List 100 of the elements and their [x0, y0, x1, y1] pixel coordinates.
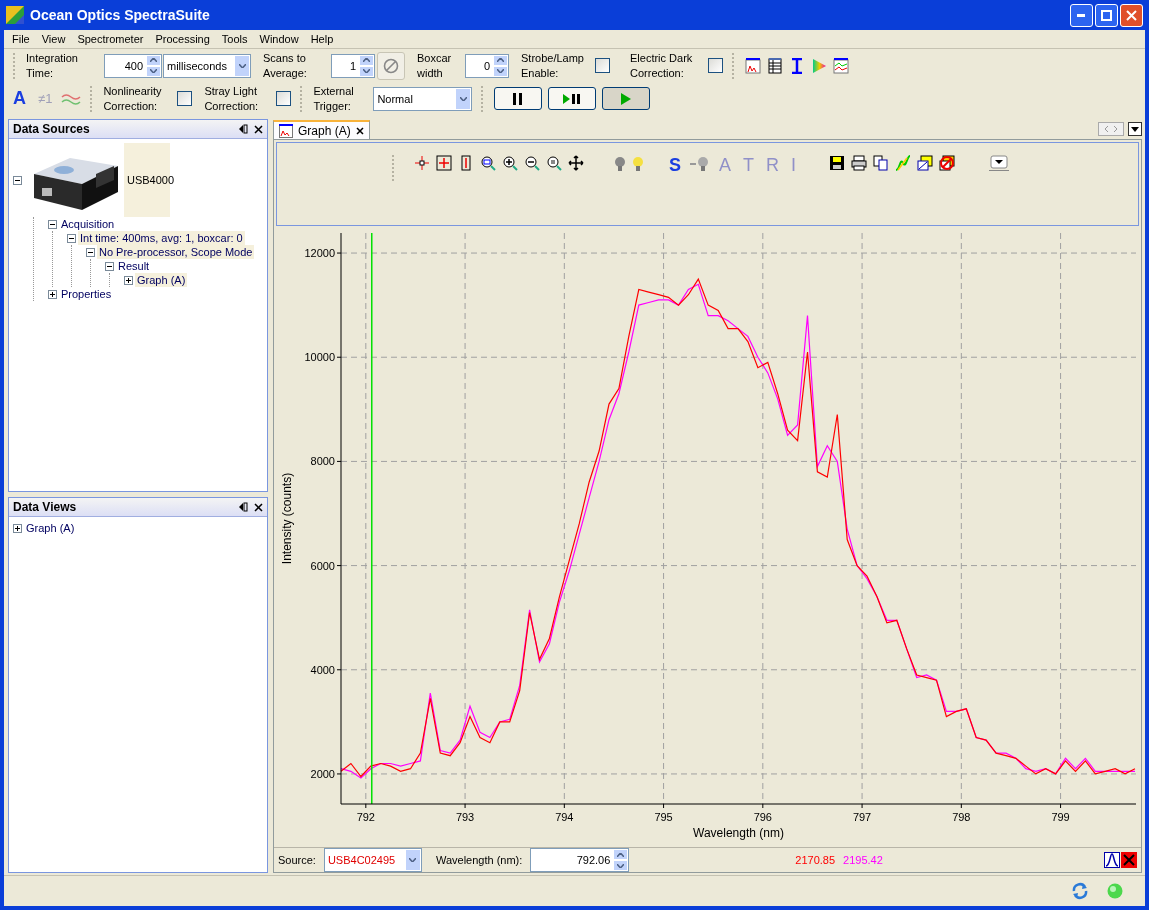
graph-icon[interactable]: [279, 123, 293, 138]
close-icon[interactable]: [254, 502, 263, 512]
dropdown[interactable]: Normal: [373, 86, 473, 111]
number-field[interactable]: 0: [465, 53, 509, 78]
app-logo-icon[interactable]: [6, 6, 24, 24]
menu-item[interactable]: Help: [304, 33, 340, 45]
toolbar-button[interactable]: S: [666, 155, 684, 176]
tree-item[interactable]: Int time: 400ms, avg: 1, boxcar: 0: [78, 231, 245, 245]
play-pause-icon[interactable]: [563, 92, 582, 105]
zoom-box-icon[interactable]: [480, 155, 496, 171]
play-button[interactable]: [602, 87, 651, 110]
expand-icon[interactable]: [13, 523, 22, 533]
pause-icon[interactable]: [512, 91, 525, 106]
collapse-icon[interactable]: [48, 219, 57, 229]
bulb-icon[interactable]: [632, 155, 644, 173]
checkbox[interactable]: [177, 91, 193, 106]
window-title: Ocean Optics SpectraSuite: [30, 7, 210, 23]
collapse-icon[interactable]: [67, 233, 76, 243]
zoom-fit-icon[interactable]: [436, 155, 452, 171]
color-triangle-icon[interactable]: [811, 57, 827, 74]
pin-icon[interactable]: [238, 124, 248, 134]
dropdown-icon[interactable]: [989, 155, 1010, 171]
dropdown[interactable]: USB4C02495: [323, 848, 422, 872]
tab-label[interactable]: Graph (A): [298, 123, 351, 138]
spin-down-icon[interactable]: [617, 863, 625, 868]
overlay-graph-icon[interactable]: [833, 57, 849, 74]
menu-item[interactable]: Processing: [149, 33, 216, 45]
axis-tick-label: 2000: [310, 767, 335, 780]
refresh-icon[interactable]: [1071, 882, 1089, 900]
dropdown-caret-icon[interactable]: [238, 63, 246, 68]
number-field[interactable]: 792.06: [530, 848, 630, 872]
minimize-button[interactable]: [1070, 3, 1093, 27]
tree-item[interactable]: Properties: [59, 287, 114, 301]
tab[interactable]: Graph (A): [273, 120, 370, 139]
spectrum-graph-icon[interactable]: [745, 57, 761, 74]
bulb-icon[interactable]: [690, 155, 710, 173]
tree-item[interactable]: Graph (A): [135, 273, 188, 287]
menu-item[interactable]: Tools: [215, 33, 254, 45]
zoom-reset-icon[interactable]: [546, 155, 562, 171]
vertical-fit-icon[interactable]: [458, 155, 474, 171]
expand-icon[interactable]: [48, 289, 57, 299]
move-icon[interactable]: [568, 155, 584, 171]
checkbox[interactable]: [708, 58, 723, 73]
number-field[interactable]: 400: [104, 53, 162, 78]
dropdown-icon[interactable]: [1128, 122, 1142, 136]
copy-icon[interactable]: [873, 155, 890, 171]
prohibited-icon[interactable]: [383, 57, 399, 74]
menu-item[interactable]: File: [6, 33, 36, 45]
axis-title: Wavelength (nm): [693, 826, 784, 840]
peak-icon[interactable]: [1104, 852, 1120, 868]
menu-item[interactable]: Window: [253, 33, 305, 45]
dropdown-caret-icon[interactable]: [459, 96, 467, 101]
bulb-icon[interactable]: [614, 155, 626, 173]
close-icon[interactable]: [355, 126, 364, 135]
field-label: Wavelength (nm):: [435, 854, 523, 866]
field-label: Strobe/Lamp Enable:: [521, 50, 585, 81]
crosshair-icon[interactable]: [414, 155, 430, 171]
tree-item[interactable]: Graph (A): [24, 521, 77, 535]
step-button[interactable]: [548, 87, 597, 110]
zoom-out-icon[interactable]: [524, 155, 540, 171]
spin-down-icon[interactable]: [150, 69, 157, 73]
tree-item[interactable]: Acquisition: [59, 217, 117, 231]
dropdown[interactable]: milliseconds: [163, 53, 251, 78]
export-icon[interactable]: [917, 155, 934, 171]
tree-item[interactable]: No Pre-processor, Scope Mode: [97, 245, 255, 259]
spin-up-icon[interactable]: [617, 852, 625, 857]
save-icon[interactable]: [829, 155, 846, 171]
close-button[interactable]: [1120, 3, 1143, 27]
table-icon[interactable]: [767, 57, 783, 74]
pin-icon[interactable]: [238, 502, 248, 512]
spin-up-icon[interactable]: [497, 58, 504, 62]
axis-tick-label: 6000: [310, 559, 335, 572]
minimize-icon[interactable]: [1077, 13, 1086, 17]
delete-icon[interactable]: [939, 155, 956, 171]
print-icon[interactable]: [851, 155, 868, 171]
maximize-icon[interactable]: [1101, 9, 1112, 21]
checkbox[interactable]: [595, 58, 610, 73]
close-icon[interactable]: [254, 124, 263, 134]
spin-down-icon[interactable]: [363, 69, 370, 73]
checkbox[interactable]: [276, 91, 292, 106]
zoom-in-icon[interactable]: [502, 155, 518, 171]
pause-button[interactable]: [494, 87, 543, 110]
spin-up-icon[interactable]: [363, 58, 370, 62]
expand-icon[interactable]: [124, 275, 133, 285]
spin-down-icon[interactable]: [497, 69, 504, 73]
menu-item[interactable]: Spectrometer: [71, 33, 150, 45]
reading-value: 2170.85: [795, 854, 836, 866]
toolbar-button[interactable]: A: [10, 88, 29, 109]
dropdown-caret-icon[interactable]: [409, 858, 417, 862]
collapse-icon[interactable]: [13, 175, 22, 185]
menu-item[interactable]: View: [35, 33, 72, 45]
i-beam-icon[interactable]: [789, 57, 805, 74]
tree-item[interactable]: Result: [116, 259, 152, 273]
spin-up-icon[interactable]: [150, 58, 157, 62]
collapse-icon[interactable]: [86, 247, 95, 257]
collapse-icon[interactable]: [105, 261, 114, 271]
wave-icon[interactable]: [61, 91, 82, 106]
axis-tick-label: 12000: [304, 247, 335, 260]
number-field[interactable]: 1: [331, 53, 375, 78]
maximize-button[interactable]: [1095, 3, 1118, 27]
